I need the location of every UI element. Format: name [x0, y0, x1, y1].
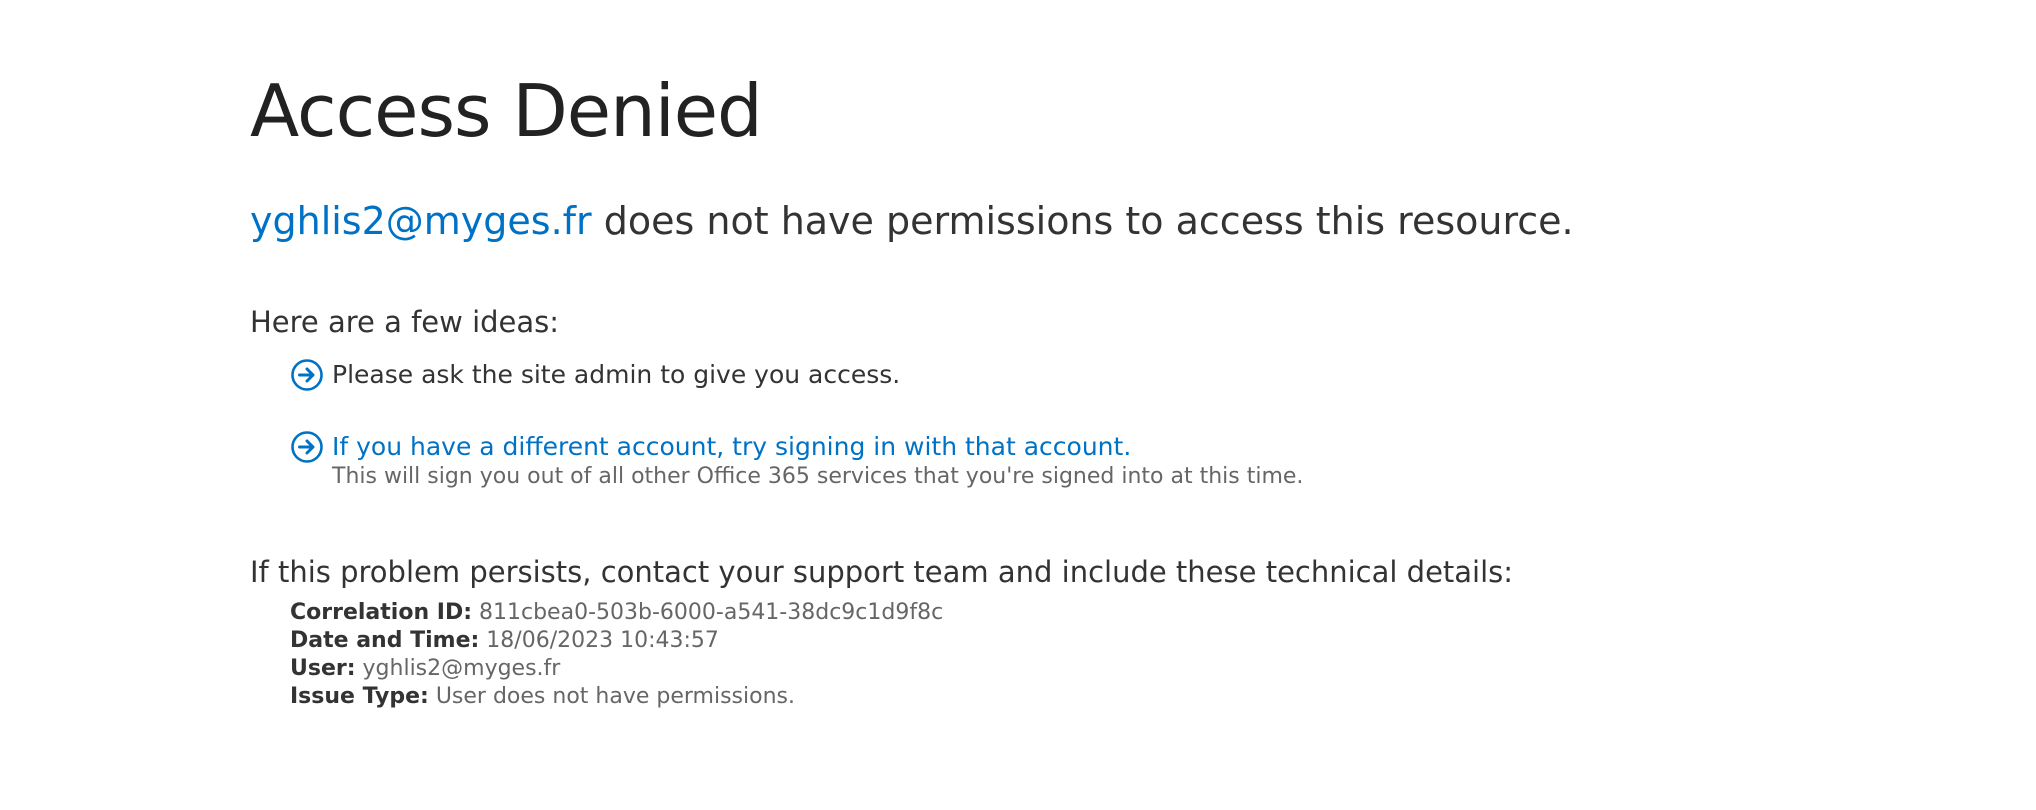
detail-value: yghlis2@myges.fr — [355, 656, 561, 681]
ideas-heading: Here are a few ideas: — [250, 305, 560, 339]
detail-label: Date and Time: — [290, 628, 480, 653]
arrow-circle-right-icon — [291, 431, 323, 463]
detail-label: Issue Type: — [290, 684, 429, 709]
support-message: If this problem persists, contact your s… — [250, 555, 1514, 589]
sign-out-note: This will sign you out of all other Offi… — [332, 464, 1304, 489]
detail-date-time: Date and Time: 18/06/2023 10:43:57 — [290, 627, 943, 655]
arrow-circle-right-icon — [291, 359, 323, 391]
detail-value: 18/06/2023 10:43:57 — [479, 628, 719, 653]
page-title: Access Denied — [250, 69, 763, 153]
permission-message: yghlis2@myges.fr does not have permissio… — [250, 196, 1574, 246]
account-email-link[interactable]: yghlis2@myges.fr — [250, 199, 592, 243]
detail-label: Correlation ID: — [290, 600, 473, 625]
permission-message-text: does not have permissions to access this… — [591, 199, 1574, 243]
detail-label: User: — [290, 656, 356, 681]
sign-in-different-account-link[interactable]: If you have a different account, try sig… — [332, 430, 1303, 464]
detail-value: User does not have permissions. — [428, 684, 795, 709]
idea-ask-admin-text: Please ask the site admin to give you ac… — [332, 360, 901, 389]
idea-different-account-body: If you have a different account, try sig… — [332, 430, 1303, 492]
detail-correlation-id: Correlation ID: 811cbea0-503b-6000-a541-… — [290, 599, 943, 627]
access-denied-page: Access Denied yghlis2@myges.fr does not … — [0, 0, 2036, 810]
detail-issue-type: Issue Type: User does not have permissio… — [290, 683, 943, 711]
idea-ask-admin: Please ask the site admin to give you ac… — [290, 358, 900, 392]
detail-user: User: yghlis2@myges.fr — [290, 655, 943, 683]
idea-different-account: If you have a different account, try sig… — [290, 430, 1303, 492]
detail-value: 811cbea0-503b-6000-a541-38dc9c1d9f8c — [472, 600, 944, 625]
technical-details: Correlation ID: 811cbea0-503b-6000-a541-… — [290, 599, 943, 711]
